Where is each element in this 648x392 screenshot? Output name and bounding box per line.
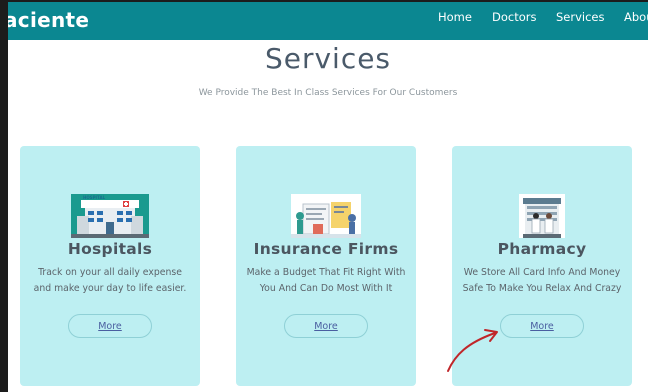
nav-link-doctors[interactable]: Doctors bbox=[492, 10, 536, 24]
more-button-pharmacy[interactable]: More bbox=[500, 314, 584, 338]
insurance-illustration bbox=[291, 194, 361, 238]
card-title: Hospitals bbox=[67, 240, 153, 258]
hospital-illustration bbox=[71, 194, 149, 238]
window-edge-left bbox=[0, 0, 8, 392]
navbar: aciente Home Doctors Services About bbox=[8, 2, 648, 40]
service-card-hospitals: HOSPITAL Hospitals Track on your all dai… bbox=[20, 146, 200, 386]
more-button-insurance[interactable]: More bbox=[284, 314, 368, 338]
section-title: Services bbox=[264, 42, 392, 75]
page: aciente Home Doctors Services About Serv… bbox=[8, 2, 648, 392]
service-card-insurance: Insurance Firms Make a Budget That Fit R… bbox=[236, 146, 416, 386]
nav-link-services[interactable]: Services bbox=[556, 10, 605, 24]
card-description: Make a Budget That Fit Right With You An… bbox=[246, 267, 406, 294]
annotation-arrow-icon bbox=[447, 329, 498, 372]
brand-logo[interactable]: aciente bbox=[8, 8, 89, 32]
pharmacy-illustration bbox=[519, 194, 565, 238]
hospital-sign-label: HOSPITAL bbox=[83, 195, 106, 200]
card-title: Insurance Firms bbox=[253, 240, 399, 258]
section-subtitle: We Provide The Best In Class Services Fo… bbox=[198, 88, 458, 98]
more-button-hospitals[interactable]: More bbox=[68, 314, 152, 338]
nav-link-home[interactable]: Home bbox=[438, 10, 472, 24]
card-description: Track on your all daily expense and make… bbox=[33, 267, 187, 294]
nav-link-about[interactable]: About bbox=[624, 10, 648, 24]
card-description: We Store All Card Info And Money Safe To… bbox=[462, 267, 622, 294]
card-title: Pharmacy bbox=[497, 240, 587, 258]
